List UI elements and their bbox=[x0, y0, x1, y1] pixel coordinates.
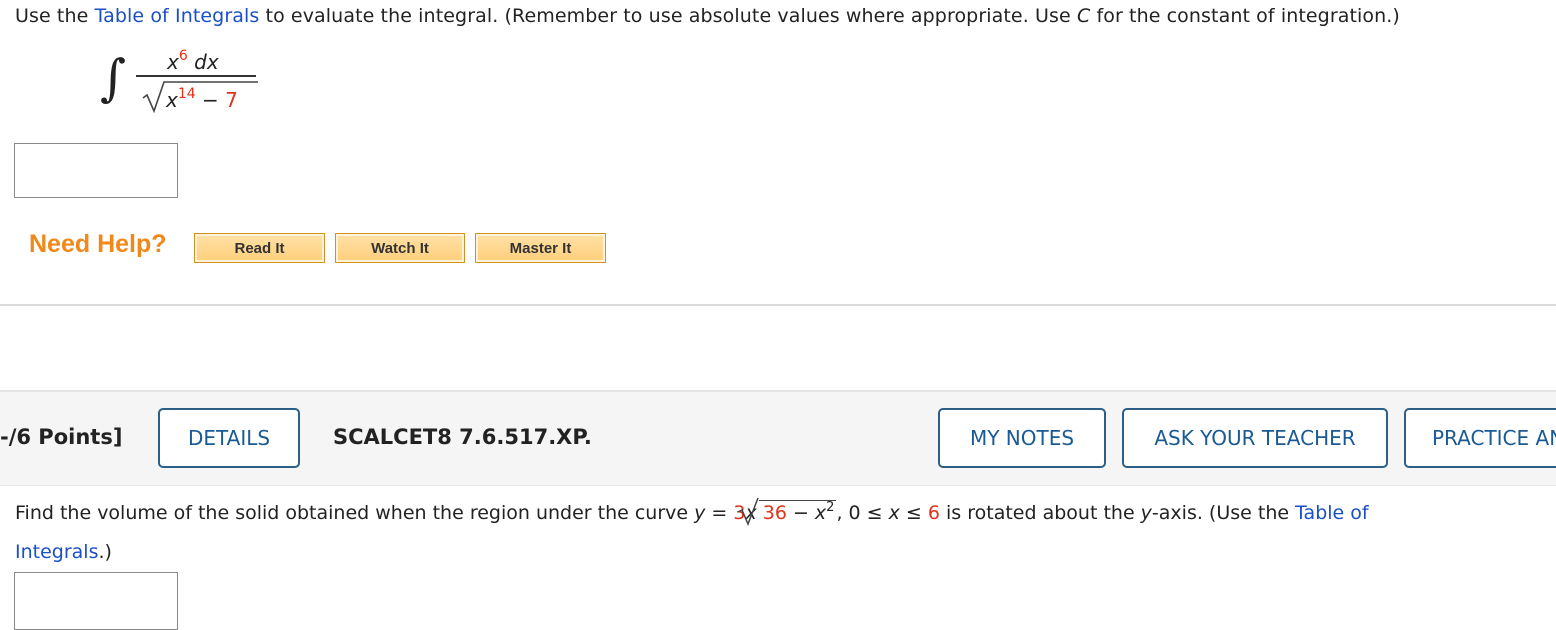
domain-var: x bbox=[888, 502, 900, 524]
answer-input-1[interactable] bbox=[14, 143, 178, 198]
table-of-integrals-link-2b[interactable]: Integrals bbox=[15, 541, 98, 563]
points-label: -/6 Points] bbox=[0, 425, 123, 449]
integral-denominator: x14 − 7 bbox=[166, 86, 238, 112]
fraction-bar bbox=[136, 75, 256, 77]
radicand-minus: − bbox=[786, 502, 815, 524]
section-divider bbox=[0, 304, 1556, 306]
prompt-suffix: for the constant of integration.) bbox=[1090, 5, 1400, 27]
domain-le-2: ≤ bbox=[899, 502, 928, 524]
square-root-expression: 36 − x2 bbox=[737, 497, 837, 528]
denominator-exponent: 14 bbox=[177, 86, 196, 102]
question-2-prompt-line-1: Find the volume of the solid obtained wh… bbox=[15, 497, 1369, 528]
question-1-prompt: Use the Table of Integrals to evaluate t… bbox=[15, 5, 1400, 27]
numerator-base: x bbox=[167, 50, 179, 74]
need-help-label: Need Help? bbox=[29, 230, 167, 258]
numerator-dx: dx bbox=[187, 50, 219, 74]
domain-separator: , bbox=[836, 502, 849, 524]
radicand-constant: 36 bbox=[762, 502, 787, 524]
my-notes-button[interactable]: MY NOTES bbox=[938, 408, 1106, 468]
ask-your-teacher-button[interactable]: ASK YOUR TEACHER bbox=[1122, 408, 1388, 468]
answer-input-2[interactable] bbox=[14, 572, 178, 630]
axis-variable: y bbox=[1140, 502, 1152, 524]
square-root-sign bbox=[737, 497, 759, 526]
master-it-button[interactable]: Master It bbox=[475, 233, 606, 263]
prompt-closing: .) bbox=[98, 541, 112, 563]
details-button[interactable]: DETAILS bbox=[158, 408, 300, 468]
integral-sign: ∫ bbox=[100, 49, 127, 107]
radicand-exponent: 2 bbox=[826, 500, 835, 515]
axis-suffix: -axis. (Use the bbox=[1151, 502, 1296, 524]
equation-equals: = bbox=[705, 502, 734, 524]
integral-numerator: x6 dx bbox=[167, 48, 219, 74]
domain-high: 6 bbox=[927, 502, 940, 524]
denominator-constant: 7 bbox=[225, 88, 238, 112]
denominator-base: x bbox=[166, 88, 178, 112]
numerator-exponent: 6 bbox=[178, 48, 188, 64]
radicand: 36 − x2 bbox=[758, 500, 837, 528]
table-of-integrals-link[interactable]: Table of Integrals bbox=[95, 5, 260, 27]
practice-another-button[interactable]: PRACTICE ANOTHER bbox=[1404, 408, 1556, 468]
watch-it-button[interactable]: Watch It bbox=[335, 233, 465, 263]
radicand-x: x bbox=[814, 502, 827, 524]
prompt-middle: to evaluate the integral. (Remember to u… bbox=[259, 5, 1077, 27]
table-of-integrals-link-2a[interactable]: Table of bbox=[1295, 502, 1369, 524]
prompt-text-after: is rotated about the bbox=[939, 502, 1141, 524]
domain-low: 0 bbox=[848, 502, 861, 524]
problem-code: SCALCET8 7.6.517.XP. bbox=[333, 425, 592, 449]
denominator-minus: − bbox=[195, 88, 226, 112]
prompt-text-before: Find the volume of the solid obtained wh… bbox=[15, 502, 695, 524]
read-it-button[interactable]: Read It bbox=[194, 233, 325, 263]
equation-y: y bbox=[694, 502, 706, 524]
question-2-prompt-line-2: Integrals.) bbox=[15, 541, 112, 563]
constant-c: C bbox=[1076, 5, 1091, 27]
domain-le-1: ≤ bbox=[860, 502, 889, 524]
prompt-prefix: Use the bbox=[15, 5, 95, 27]
